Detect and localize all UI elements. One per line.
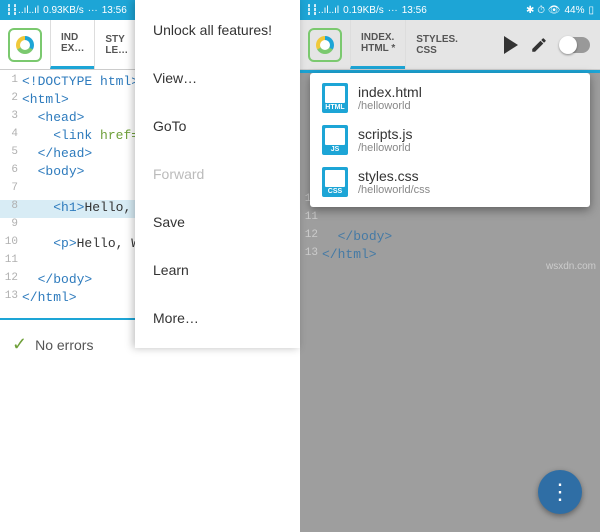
net-speed: 0.93KB/s: [43, 5, 84, 16]
tab-index-html[interactable]: INDEX. HTML *: [350, 20, 405, 69]
code-line[interactable]: 12 </body>: [300, 229, 600, 247]
dots: ···: [88, 5, 98, 16]
run-icon[interactable]: [504, 36, 518, 54]
net-speed: 0.19KB/s: [343, 5, 384, 16]
tab-label: CSS: [416, 45, 458, 56]
toolbar-right: INDEX. HTML * STYLES. CSS: [300, 20, 600, 70]
tab-label: HTML *: [361, 43, 395, 54]
tab-label: INDEX.: [361, 32, 395, 43]
file-picker: HTML index.html/helloworld JS scripts.js/he…: [310, 73, 590, 207]
dots: ···: [388, 5, 398, 16]
file-path: /helloworld/css: [358, 184, 430, 196]
app-logo-icon[interactable]: [308, 28, 342, 62]
tab-label: STY: [105, 34, 128, 45]
check-icon: ✓: [12, 334, 27, 355]
tab-label: LE…: [105, 45, 128, 56]
watermark: wsxdn.com: [546, 261, 596, 272]
signal-icon: ┇┇..ıl..ıl: [306, 5, 339, 16]
file-icon: HTML: [322, 83, 348, 113]
status-text: No errors: [35, 337, 93, 353]
battery-icon: ▯: [588, 5, 594, 16]
tab-styles[interactable]: STY LE…: [94, 20, 138, 69]
statusbar-right: ┇┇..ıl..ıl 0.19KB/s ··· 13:56 ✱ ⏱ 👁 44% …: [300, 0, 600, 20]
menu-view[interactable]: View…: [135, 54, 300, 102]
menu-unlock[interactable]: Unlock all features!: [135, 6, 300, 54]
fab-more-button[interactable]: ⋮: [538, 470, 582, 514]
menu-learn[interactable]: Learn: [135, 246, 300, 294]
file-row[interactable]: HTML index.html/helloworld: [314, 77, 586, 119]
file-name: scripts.js: [358, 126, 412, 142]
menu-forward: Forward: [135, 150, 300, 198]
file-path: /helloworld: [358, 142, 412, 154]
file-row[interactable]: CSS styles.css/helloworld/css: [314, 161, 586, 203]
edit-icon[interactable]: [530, 36, 548, 54]
menu-save[interactable]: Save: [135, 198, 300, 246]
tab-label: EX…: [61, 43, 84, 54]
menu-goto[interactable]: GoTo: [135, 102, 300, 150]
battery-pct: 44%: [564, 5, 584, 16]
tab-label: IND: [61, 32, 84, 43]
file-row[interactable]: JS scripts.js/helloworld: [314, 119, 586, 161]
file-name: styles.css: [358, 168, 430, 184]
file-icon: CSS: [322, 167, 348, 197]
tab-index[interactable]: IND EX…: [50, 20, 94, 69]
file-icon: JS: [322, 125, 348, 155]
tab-styles-css[interactable]: STYLES. CSS: [405, 20, 468, 69]
clock: 13:56: [102, 5, 127, 16]
clock: 13:56: [402, 5, 427, 16]
left-pane: ┇┇..ıl..ıl 0.93KB/s ··· 13:56 ✱ ⏱ 👁 44% …: [0, 0, 300, 532]
code-line[interactable]: 11: [300, 211, 600, 229]
toggle-switch[interactable]: [560, 37, 590, 53]
bt-alarm-icons: ✱ ⏱ 👁: [526, 5, 560, 16]
overflow-menu: Unlock all features! View… GoTo Forward …: [135, 0, 300, 348]
menu-more[interactable]: More…: [135, 294, 300, 342]
file-path: /helloworld: [358, 100, 422, 112]
tab-label: STYLES.: [416, 34, 458, 45]
app-logo-icon[interactable]: [8, 28, 42, 62]
file-name: index.html: [358, 84, 422, 100]
signal-icon: ┇┇..ıl..ıl: [6, 5, 39, 16]
